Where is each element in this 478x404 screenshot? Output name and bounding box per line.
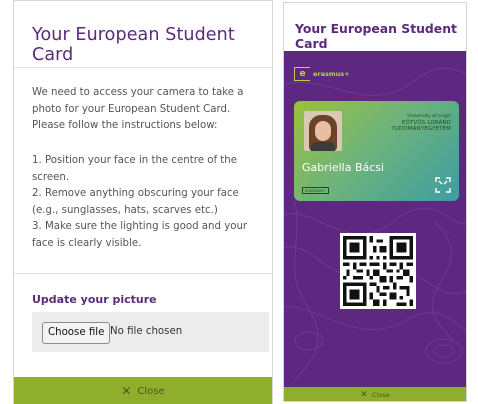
erasmus-brand: e erasmus+ — [294, 67, 350, 81]
dialog-title: Your European Student Card — [32, 25, 235, 65]
divider — [14, 67, 272, 68]
brand-label: erasmus+ — [313, 70, 350, 78]
close-button[interactable]: ✕ Close — [284, 387, 466, 401]
close-label: Close — [137, 385, 165, 397]
student-card-dialog: Your European Student Card e erasmus+ Un… — [283, 2, 467, 402]
update-picture-title: Update your picture — [32, 293, 157, 306]
card-erasmus-logo: erasmus+ — [302, 187, 329, 194]
university-name-2: TUDOMÁNYEGYETEM — [391, 126, 451, 132]
instruction-3: 3. Make sure the lighting is good and yo… — [32, 221, 248, 249]
card-holder-name: Gabriella Bácsi — [302, 161, 385, 174]
qr-code — [340, 233, 416, 309]
student-photo — [304, 111, 342, 151]
student-card: University of origin EÖTVÖS LORÁND TUDOM… — [294, 101, 459, 201]
instruction-2: 2. Remove anything obscuring your face (… — [32, 188, 239, 216]
divider — [14, 273, 272, 274]
intro-text: We need to access your camera to take a … — [32, 87, 244, 132]
scan-frame-icon — [435, 177, 451, 193]
dialog-title: Your European Student Card — [295, 21, 457, 51]
close-label: Close — [371, 391, 390, 399]
top-label: ··· ·· · · — [58, 0, 90, 6]
erasmus-logo-icon: e — [294, 67, 310, 81]
close-button[interactable]: ✕ Close — [14, 377, 272, 404]
x-icon: ✕ — [360, 390, 368, 400]
choose-file-button[interactable]: Choose file — [42, 322, 111, 344]
instruction-1: 1. Position your face in the centre of t… — [32, 155, 237, 183]
university-info: University of origin EÖTVÖS LORÁND TUDOM… — [391, 114, 451, 132]
camera-instructions-dialog: ··· ·· · · Your European Student Card We… — [13, 0, 273, 404]
card-background: e erasmus+ University of origin EÖTVÖS L… — [284, 51, 466, 387]
qr-code-icon — [343, 236, 413, 306]
x-icon: ✕ — [121, 384, 132, 398]
file-status-text: No file chosen — [110, 326, 183, 337]
